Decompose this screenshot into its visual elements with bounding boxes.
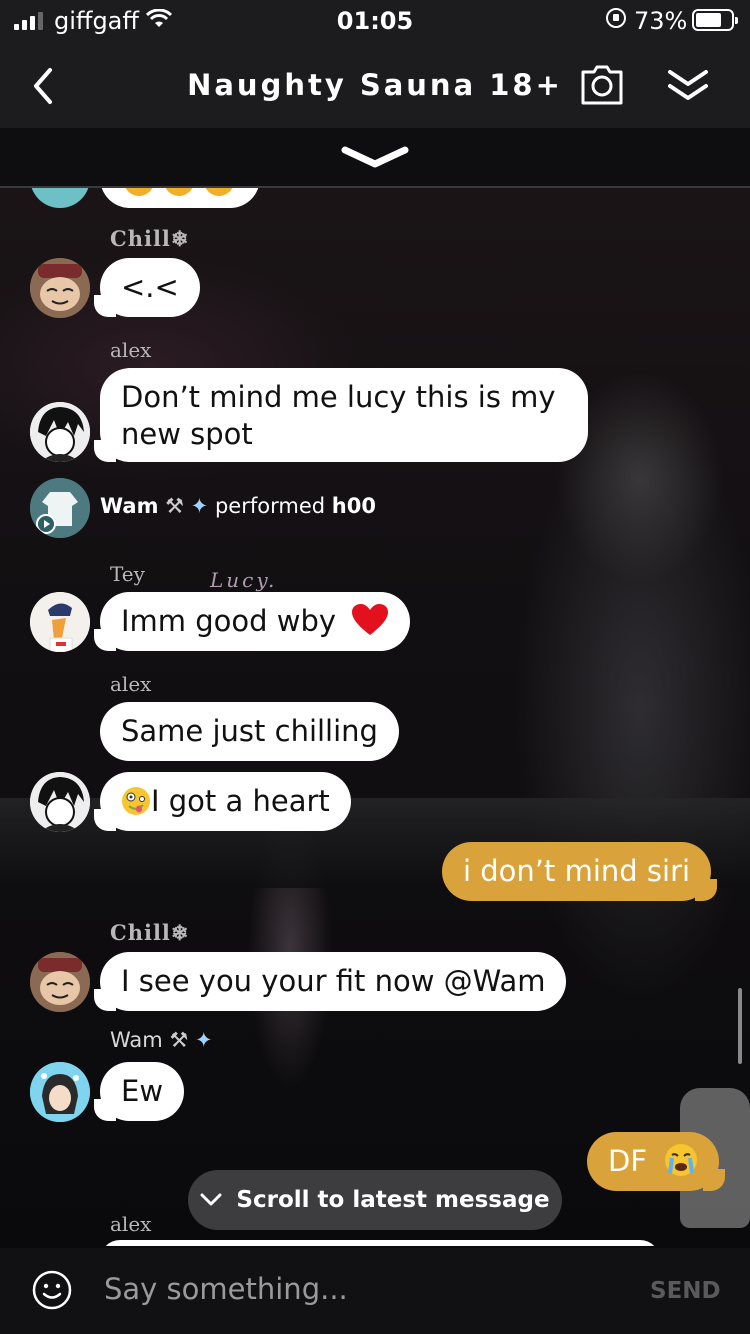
camera-icon[interactable]	[580, 64, 624, 106]
message-text: I got a heart	[151, 784, 330, 818]
message-text: Imm good wby	[121, 604, 337, 638]
message-list[interactable]: Chill❄ <.< alex Don’t mind me lucy this …	[0, 188, 750, 1246]
sparkle-icon: ✦	[194, 1028, 213, 1052]
message-bubble: Ew	[93, 1062, 185, 1121]
crying-face-icon	[665, 1144, 698, 1176]
room-title: Naughty Sauna 18+	[187, 68, 563, 102]
message-bubble: I got a heart	[94, 772, 351, 831]
composer-bar: Say something... SEND	[0, 1248, 750, 1334]
message-bubble: <.<	[94, 258, 200, 317]
smiley-icon[interactable]	[32, 1270, 72, 1310]
zany-face-icon	[122, 787, 150, 815]
battery-percent: 73%	[634, 7, 688, 35]
message-text-line: Don’t mind me lucy this is my	[121, 380, 556, 414]
scroll-to-latest-label: Scroll to latest message	[236, 1187, 550, 1213]
sparkle-icon: ✦	[190, 494, 209, 518]
hammer-icon: ⚒	[165, 494, 184, 518]
send-button[interactable]: SEND	[650, 1278, 721, 1304]
scene-toggle-bar[interactable]	[0, 128, 750, 188]
avatar[interactable]	[30, 592, 90, 652]
message-bubble	[100, 188, 260, 208]
sender-name: alex	[110, 1212, 152, 1236]
avatar[interactable]	[30, 478, 90, 538]
avatar[interactable]	[30, 188, 90, 208]
sender-name: alex	[110, 338, 152, 362]
my-message-bubble: DF	[587, 1132, 726, 1191]
sender-name: Wam ⚒ ✦	[110, 1028, 213, 1052]
action-notice: Wam ⚒ ✦ performed h00	[100, 494, 376, 518]
sender-name-text: Wam	[110, 1028, 163, 1052]
orientation-lock-icon	[606, 8, 626, 28]
message-input[interactable]: Say something...	[104, 1272, 348, 1306]
message-bubble: Imm good wby	[93, 592, 411, 651]
avatar[interactable]	[30, 1062, 90, 1122]
message-bubble: I see you your fit now @Wam	[93, 952, 567, 1011]
chat-header: Naughty Sauna 18+	[0, 44, 750, 128]
avatar[interactable]	[30, 258, 90, 318]
chevron-down-icon	[200, 1193, 222, 1206]
sender-name: alex	[110, 672, 152, 696]
action-verb: performed	[214, 494, 326, 518]
sender-name: Chill❄	[110, 920, 190, 945]
my-message-bubble: i don’t mind siri	[442, 842, 718, 901]
action-user: Wam	[100, 494, 159, 518]
status-bar: giffgaff 01:05 73%	[0, 0, 750, 44]
message-text: DF	[608, 1144, 648, 1178]
avatar[interactable]	[30, 772, 90, 832]
battery-icon	[692, 9, 738, 31]
message-bubble	[100, 1240, 660, 1246]
message-bubble: Don’t mind me lucy this is my new spot	[94, 368, 588, 462]
red-heart-icon	[352, 604, 389, 635]
message-bubble: Same just chilling	[100, 702, 399, 761]
message-text-line: new spot	[121, 417, 253, 451]
sender-name: Tey	[110, 562, 145, 586]
scrollbar[interactable]	[738, 988, 742, 1064]
avatar[interactable]	[30, 952, 90, 1012]
scroll-to-latest-button[interactable]: Scroll to latest message	[188, 1170, 562, 1230]
chevron-down-icon[interactable]	[340, 144, 410, 170]
hammer-icon: ⚒	[169, 1028, 189, 1052]
action-object: h00	[331, 494, 376, 518]
avatar[interactable]	[30, 402, 90, 462]
double-chevron-down-icon[interactable]	[666, 66, 710, 106]
sender-name: Chill❄	[110, 226, 190, 251]
